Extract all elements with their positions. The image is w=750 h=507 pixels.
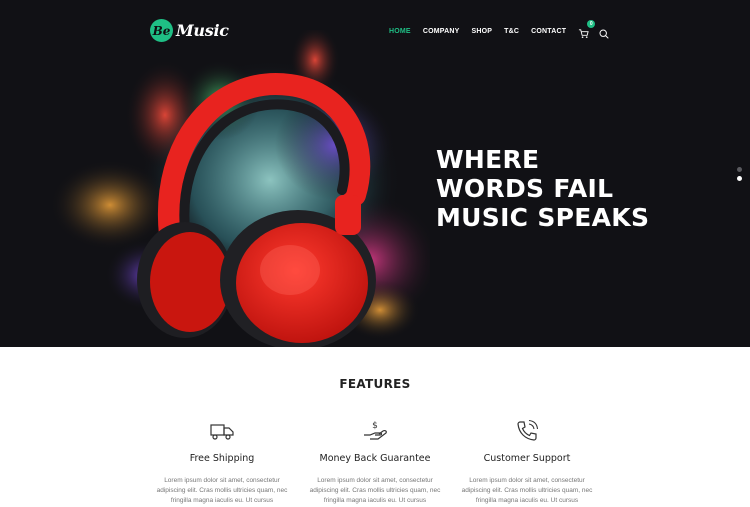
- nav-item-home[interactable]: HOME: [389, 28, 411, 35]
- headline-line-1: WHERE: [436, 145, 540, 174]
- nav-item-tc[interactable]: T&C: [504, 28, 519, 35]
- cart-count-badge: 0: [587, 20, 596, 28]
- svg-text:$: $: [372, 421, 378, 431]
- logo-badge: Be: [150, 19, 173, 42]
- truck-icon: [137, 418, 307, 444]
- search-icon[interactable]: [599, 26, 610, 39]
- slider-dot-1[interactable]: [737, 167, 742, 172]
- hero-headline: WHERE WORDS FAIL MUSIC SPEAKS: [436, 145, 649, 232]
- main-nav: HOME COMPANY SHOP T&C CONTACT 0: [389, 20, 620, 39]
- hero-headphones-image: [50, 30, 430, 347]
- money-hand-icon: $: [290, 418, 460, 444]
- feature-free-shipping: Free Shipping Lorem ipsum dolor sit amet…: [137, 418, 307, 506]
- slider-dot-2[interactable]: [737, 176, 742, 181]
- nav-item-company[interactable]: COMPANY: [423, 28, 460, 35]
- headline-line-2: WORDS FAIL: [436, 174, 614, 203]
- headline-line-3: MUSIC SPEAKS: [436, 203, 650, 232]
- feature-text: Lorem ipsum dolor sit amet, consectetur …: [309, 477, 441, 504]
- cart-icon[interactable]: 0: [578, 20, 596, 38]
- brand-logo[interactable]: Be Music: [150, 19, 229, 42]
- hero-section: Be Music HOME COMPANY SHOP T&C CONTACT 0…: [0, 0, 750, 347]
- feature-text: Lorem ipsum dolor sit amet, consectetur …: [156, 477, 288, 504]
- feature-text: Lorem ipsum dolor sit amet, consectetur …: [461, 477, 593, 504]
- feature-customer-support: Customer Support Lorem ipsum dolor sit a…: [442, 418, 612, 506]
- feature-title: Free Shipping: [189, 453, 255, 464]
- nav-item-contact[interactable]: CONTACT: [531, 28, 566, 35]
- slider-pagination: [737, 167, 742, 185]
- feature-money-back: $ Money Back Guarantee Lorem ipsum dolor…: [290, 418, 460, 506]
- feature-title: Money Back Guarantee: [319, 453, 431, 464]
- logo-wordmark: Music: [176, 21, 229, 40]
- features-heading: FEATURES: [339, 377, 411, 391]
- feature-title: Customer Support: [483, 453, 571, 464]
- nav-item-shop[interactable]: SHOP: [471, 28, 492, 35]
- phone-icon: [442, 418, 612, 444]
